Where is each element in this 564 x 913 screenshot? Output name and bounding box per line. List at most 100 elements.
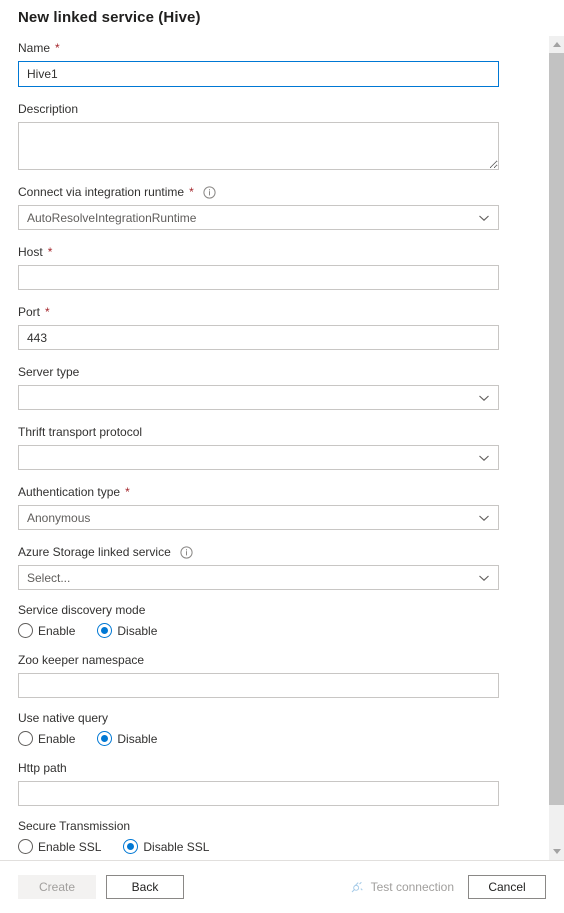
radio-label: Disable — [117, 623, 158, 638]
test-connection-label: Test connection — [370, 880, 454, 894]
field-host: Host * — [18, 244, 548, 290]
field-use-native-query: Use native query Enable Disable — [18, 710, 548, 746]
radio-dot — [18, 623, 33, 638]
radio-label: Disable SSL — [143, 839, 210, 854]
label-description: Description — [18, 101, 548, 117]
label-host-text: Host — [18, 245, 43, 259]
field-authentication-type: Authentication type * Anonymous — [18, 484, 548, 530]
zoo-keeper-namespace-input[interactable] — [18, 673, 499, 698]
back-button[interactable]: Back — [106, 875, 184, 899]
radio-label: Disable — [117, 731, 158, 746]
label-service-discovery-mode-text: Service discovery mode — [18, 603, 146, 617]
field-http-path: Http path — [18, 760, 548, 806]
vertical-scrollbar[interactable] — [548, 36, 564, 860]
azure-storage-linked-service-dropdown[interactable]: Select... — [18, 565, 499, 590]
label-name: Name * — [18, 40, 548, 56]
description-textarea[interactable] — [18, 122, 499, 170]
form-scroll-area: New linked service (Hive) Name * Descrip… — [0, 0, 548, 860]
radio-disable-ssl[interactable]: Disable SSL — [123, 839, 209, 854]
field-integration-runtime: Connect via integration runtime * AutoRe… — [18, 184, 548, 230]
field-secure-transmission: Secure Transmission Enable SSL Disable S… — [18, 818, 548, 854]
info-icon — [180, 545, 193, 559]
radio-service-discovery-disable[interactable]: Disable — [97, 623, 157, 638]
scrollbar-thumb[interactable] — [549, 53, 564, 805]
chevron-down-icon — [479, 215, 489, 221]
chevron-down-icon — [553, 849, 561, 854]
footer-right-group: Test connection Cancel — [349, 875, 564, 899]
service-discovery-mode-radio-group: Enable Disable — [18, 623, 548, 638]
host-input[interactable] — [18, 265, 499, 290]
required-asterisk: * — [45, 305, 50, 319]
server-type-dropdown[interactable] — [18, 385, 499, 410]
label-server-type-text: Server type — [18, 365, 80, 379]
label-http-path: Http path — [18, 760, 548, 776]
http-path-input[interactable] — [18, 781, 499, 806]
radio-label: Enable — [38, 731, 76, 746]
secure-transmission-radio-group: Enable SSL Disable SSL — [18, 839, 548, 854]
page-title: New linked service (Hive) — [18, 9, 201, 26]
radio-label: Enable SSL — [38, 839, 102, 854]
label-port-text: Port — [18, 305, 41, 319]
label-integration-runtime: Connect via integration runtime * — [18, 184, 548, 200]
radio-enable-ssl[interactable]: Enable SSL — [18, 839, 101, 854]
required-asterisk: * — [47, 245, 53, 259]
name-input[interactable] — [18, 61, 499, 87]
label-http-path-text: Http path — [18, 761, 67, 775]
label-description-text: Description — [18, 102, 79, 116]
label-use-native-query: Use native query — [18, 710, 548, 726]
field-name: Name * — [18, 40, 548, 87]
label-zoo-keeper-namespace-text: Zoo keeper namespace — [18, 653, 145, 667]
create-button[interactable]: Create — [18, 875, 96, 899]
radio-label: Enable — [38, 623, 76, 638]
scroll-up-button[interactable] — [549, 36, 564, 53]
cancel-button[interactable]: Cancel — [468, 875, 546, 899]
label-name-text: Name — [18, 41, 51, 55]
required-asterisk: * — [189, 185, 194, 199]
use-native-query-radio-group: Enable Disable — [18, 731, 548, 746]
label-port: Port * — [18, 304, 548, 320]
field-service-discovery-mode: Service discovery mode Enable Disable — [18, 602, 548, 638]
integration-runtime-value: AutoResolveIntegrationRuntime — [27, 210, 197, 225]
label-host: Host * — [18, 244, 548, 260]
radio-dot — [18, 731, 33, 746]
form-content: New linked service (Hive) Name * Descrip… — [0, 0, 548, 860]
integration-runtime-dropdown[interactable]: AutoResolveIntegrationRuntime — [18, 205, 499, 230]
field-description: Description — [18, 101, 548, 170]
label-thrift-transport-protocol: Thrift transport protocol — [18, 424, 548, 440]
radio-dot — [97, 731, 113, 746]
label-service-discovery-mode: Service discovery mode — [18, 602, 548, 618]
test-connection-button[interactable]: Test connection — [349, 880, 454, 895]
info-icon — [203, 185, 216, 199]
label-zoo-keeper-namespace: Zoo keeper namespace — [18, 652, 548, 668]
label-use-native-query-text: Use native query — [18, 711, 109, 725]
authentication-type-value: Anonymous — [27, 510, 91, 525]
field-thrift-transport-protocol: Thrift transport protocol — [18, 424, 548, 470]
radio-dot — [123, 839, 139, 854]
radio-use-native-query-enable[interactable]: Enable — [18, 731, 75, 746]
label-thrift-transport-protocol-text: Thrift transport protocol — [18, 425, 143, 439]
label-secure-transmission-text: Secure Transmission — [18, 819, 131, 833]
thrift-transport-protocol-dropdown[interactable] — [18, 445, 499, 470]
chevron-down-icon — [479, 395, 489, 401]
label-server-type: Server type — [18, 364, 548, 380]
azure-storage-linked-service-value: Select... — [27, 570, 71, 585]
radio-dot — [18, 839, 33, 854]
radio-use-native-query-disable[interactable]: Disable — [97, 731, 157, 746]
authentication-type-dropdown[interactable]: Anonymous — [18, 505, 499, 530]
field-azure-storage-linked-service: Azure Storage linked service Select... — [18, 544, 548, 590]
label-integration-runtime-text: Connect via integration runtime — [18, 185, 185, 199]
label-secure-transmission: Secure Transmission — [18, 818, 548, 834]
chevron-down-icon — [479, 575, 489, 581]
field-server-type: Server type — [18, 364, 548, 410]
radio-service-discovery-enable[interactable]: Enable — [18, 623, 75, 638]
chevron-down-icon — [479, 515, 489, 521]
required-asterisk: * — [125, 485, 130, 499]
port-input[interactable] — [18, 325, 499, 350]
plug-icon — [351, 881, 363, 892]
required-asterisk: * — [55, 41, 60, 55]
footer-left-group: Create Back — [0, 875, 184, 899]
scroll-down-button[interactable] — [549, 843, 564, 860]
field-port: Port * — [18, 304, 548, 350]
field-zoo-keeper-namespace: Zoo keeper namespace — [18, 652, 548, 698]
chevron-down-icon — [479, 455, 489, 461]
